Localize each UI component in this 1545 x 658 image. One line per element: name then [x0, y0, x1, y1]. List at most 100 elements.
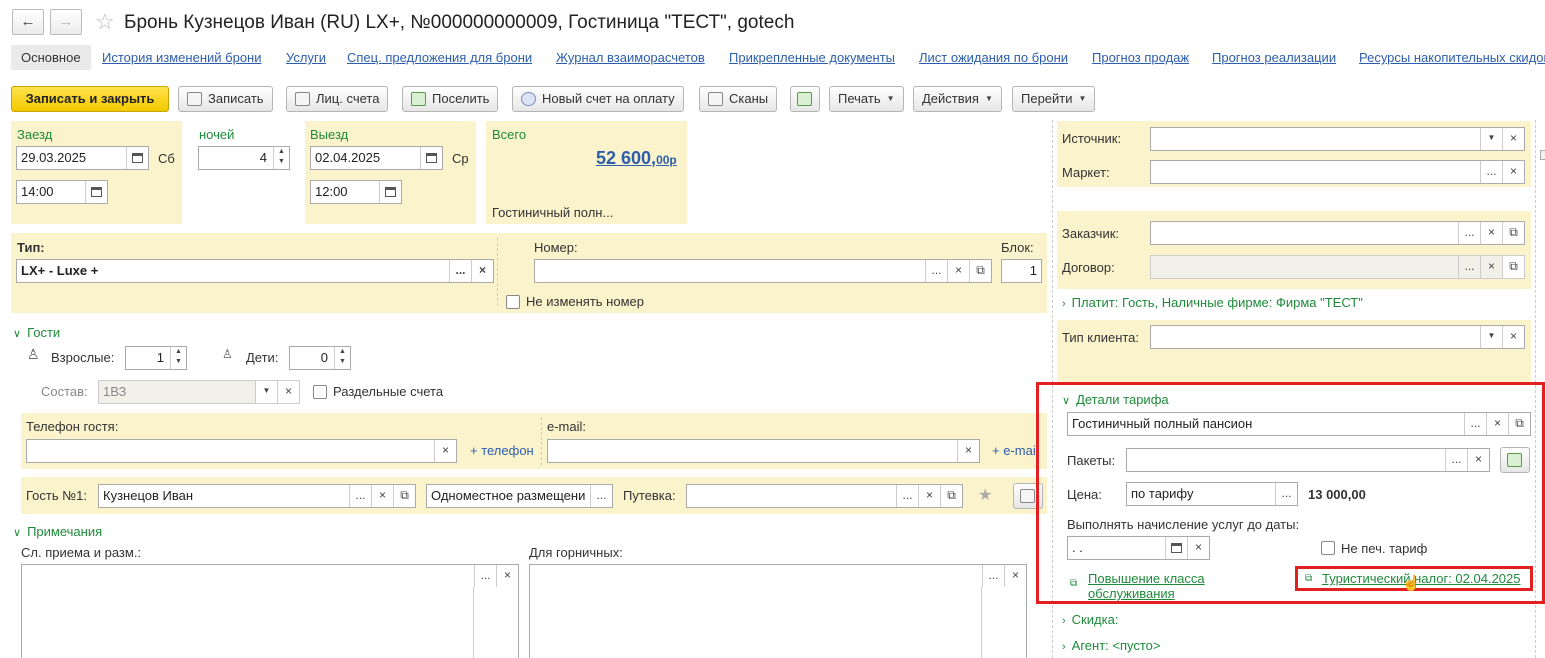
open-icon[interactable]: ⧉ — [1502, 256, 1524, 278]
room-type-input[interactable]: LX+ - Luxe +... × — [16, 259, 494, 283]
phone-input[interactable]: × — [26, 439, 457, 463]
clear-icon[interactable]: × — [1004, 565, 1026, 587]
tab-discount-resources[interactable]: Ресурсы накопительных скидок — [1359, 50, 1545, 65]
side-panel-handle[interactable] — [1540, 150, 1545, 160]
total-amount-link[interactable]: 52 600,00р — [596, 148, 677, 169]
adults-stepper[interactable]: ▲ ▼ — [170, 347, 186, 369]
add-email-link[interactable]: + e-mail — [992, 443, 1039, 458]
more-icon[interactable]: ... — [1445, 449, 1467, 471]
clear-icon[interactable]: × — [1467, 449, 1489, 471]
source-input[interactable]: ▼ × — [1150, 127, 1525, 151]
reception-notes-textarea[interactable]: ... × — [21, 564, 519, 658]
arrival-date-input[interactable]: 29.03.2025 — [16, 146, 149, 170]
separate-accounts-checkbox[interactable] — [313, 385, 327, 399]
clear-icon[interactable]: × — [1480, 222, 1502, 244]
departure-time-input[interactable]: 12:00 — [310, 180, 402, 204]
tab-special-offers[interactable]: Спец. предложения для брони — [347, 50, 532, 65]
clear-icon[interactable]: × — [957, 440, 979, 462]
upgrade-link[interactable]: Повышение класса обслуживания — [1088, 571, 1238, 601]
clear-icon[interactable]: × — [1502, 128, 1524, 150]
adults-input[interactable]: 1 ▲ ▼ — [125, 346, 187, 370]
accommodation-input[interactable]: Одноместное размещени... — [426, 484, 613, 508]
voucher-input[interactable]: ... × ⧉ — [686, 484, 963, 508]
back-button[interactable]: ← — [12, 9, 44, 35]
open-icon[interactable]: ⧉ — [1508, 413, 1530, 435]
more-icon[interactable]: ... — [925, 260, 947, 282]
add-package-button[interactable] — [1500, 447, 1530, 473]
maid-notes-textarea[interactable]: ... × — [529, 564, 1027, 658]
keep-number-checkbox[interactable] — [506, 295, 520, 309]
goto-button[interactable]: Перейти ▼ — [1012, 86, 1096, 112]
accrue-date-input[interactable]: . . × — [1067, 536, 1210, 560]
more-icon[interactable]: ... — [1464, 413, 1486, 435]
clear-icon[interactable]: × — [1502, 326, 1524, 348]
chevron-down-icon[interactable]: ▼ — [255, 381, 277, 403]
more-icon[interactable]: ... — [474, 565, 496, 587]
tariff-name-input[interactable]: Гостиничный полный пансион... × ⧉ — [1067, 412, 1531, 436]
children-stepper[interactable]: ▲ ▼ — [334, 347, 350, 369]
clear-icon[interactable]: × — [277, 381, 299, 403]
calendar-icon[interactable] — [126, 147, 148, 169]
nights-input[interactable]: 4 ▲ ▼ — [198, 146, 290, 170]
guests-group-header[interactable]: ∨ Гости — [13, 325, 60, 340]
save-button[interactable]: Записать — [178, 86, 273, 112]
clear-icon[interactable]: × — [947, 260, 969, 282]
tab-main[interactable]: Основное — [11, 45, 91, 70]
calendar-icon[interactable] — [1165, 537, 1187, 559]
more-icon[interactable]: ... — [1458, 222, 1480, 244]
favorite-star-icon[interactable]: ☆ — [95, 11, 115, 33]
clear-icon[interactable]: × — [496, 565, 518, 587]
more-icon[interactable]: ... — [1275, 483, 1297, 505]
block-input[interactable]: 1 — [1001, 259, 1042, 283]
clear-icon[interactable]: × — [1486, 413, 1508, 435]
contract-input[interactable]: ... × ⧉ — [1150, 255, 1525, 279]
notes-group-header[interactable]: ∨ Примечания — [13, 524, 102, 539]
tab-services[interactable]: Услуги — [286, 50, 326, 65]
tab-history[interactable]: История изменений брони — [102, 50, 262, 65]
tariff-group-header[interactable]: ∨ Детали тарифа — [1062, 392, 1169, 407]
chevron-down-icon[interactable]: ▼ — [1480, 326, 1502, 348]
arrival-time-input[interactable]: 14:00 — [16, 180, 108, 204]
room-number-input[interactable]: ... × ⧉ — [534, 259, 992, 283]
open-icon[interactable]: ⧉ — [393, 485, 415, 507]
clock-calendar-icon[interactable] — [85, 181, 107, 203]
add-phone-link[interactable]: + телефон — [470, 443, 534, 458]
packages-input[interactable]: ... × — [1126, 448, 1490, 472]
more-icon[interactable]: ... — [982, 565, 1004, 587]
scans-button[interactable]: Сканы — [699, 86, 778, 112]
email-input[interactable]: × — [547, 439, 980, 463]
more-icon[interactable]: ... — [1480, 161, 1502, 183]
chevron-down-icon[interactable]: ▼ — [1480, 128, 1502, 150]
composition-input[interactable]: 1ВЗ ▼ × — [98, 380, 300, 404]
guest-name-input[interactable]: Кузнецов Иван... × ⧉ — [98, 484, 416, 508]
clear-icon[interactable]: × — [1187, 537, 1209, 559]
calendar-icon[interactable] — [420, 147, 442, 169]
clear-icon[interactable]: × — [434, 440, 456, 462]
clear-icon[interactable]: × — [371, 485, 393, 507]
tab-waiting-list[interactable]: Лист ожидания по брони — [919, 50, 1068, 65]
clear-icon[interactable]: × — [471, 260, 493, 282]
market-input[interactable]: ... × — [1150, 160, 1525, 184]
client-type-input[interactable]: ▼ × — [1150, 325, 1525, 349]
forward-button[interactable]: → — [50, 9, 82, 35]
open-icon[interactable]: ⧉ — [1502, 222, 1524, 244]
no-print-tariff-checkbox[interactable] — [1321, 541, 1335, 555]
more-icon[interactable]: ... — [449, 260, 471, 282]
customer-input[interactable]: ... × ⧉ — [1150, 221, 1525, 245]
clear-icon[interactable]: × — [1480, 256, 1502, 278]
open-icon[interactable]: ⧉ — [940, 485, 962, 507]
discount-group[interactable]: › Скидка: — [1062, 612, 1118, 627]
payer-link[interactable]: › Платит: Гость, Наличные фирме: Фирма "Т… — [1062, 295, 1363, 310]
children-input[interactable]: 0 ▲ ▼ — [289, 346, 351, 370]
open-icon[interactable]: ⧉ — [969, 260, 991, 282]
tab-ledger[interactable]: Журнал взаиморасчетов — [556, 50, 705, 65]
new-invoice-button[interactable]: Новый счет на оплату — [512, 86, 684, 112]
personal-account-button[interactable]: Лиц. счета — [286, 86, 389, 112]
star-icon[interactable]: ★ — [978, 485, 992, 505]
actions-button[interactable]: Действия ▼ — [913, 86, 1002, 112]
tab-realization-forecast[interactable]: Прогноз реализации — [1212, 50, 1336, 65]
print-button[interactable]: Печать ▼ — [829, 86, 904, 112]
nights-stepper[interactable]: ▲ ▼ — [273, 147, 289, 169]
clear-icon[interactable]: × — [918, 485, 940, 507]
clear-icon[interactable]: × — [1502, 161, 1524, 183]
